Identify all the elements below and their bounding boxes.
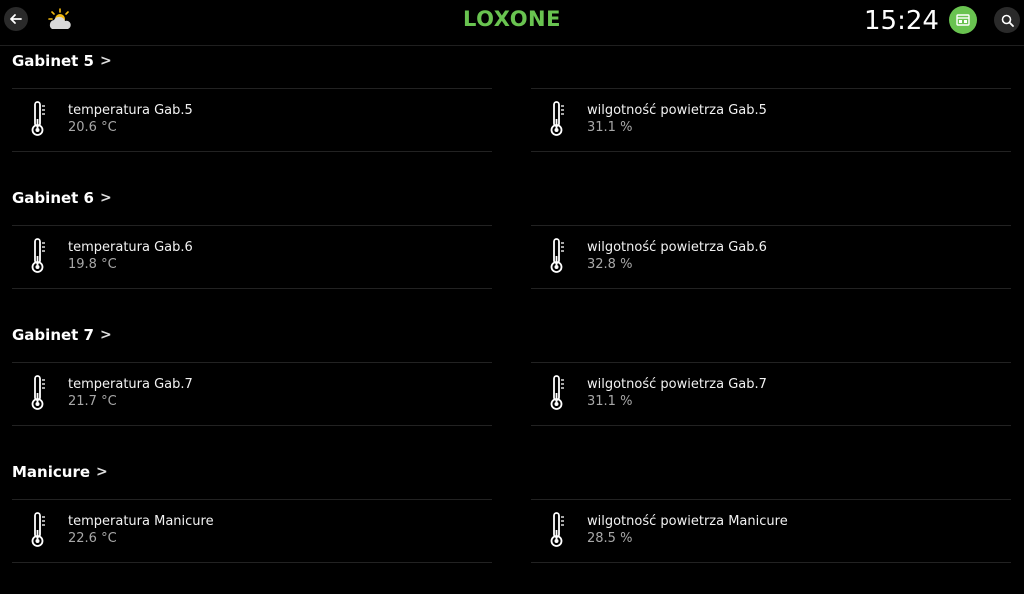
- thermometer-icon: [31, 238, 45, 273]
- temperature-tile[interactable]: temperatura Gab.7 21.7 °C: [12, 362, 492, 426]
- sensor-label: wilgotność powietrza Manicure: [587, 514, 788, 529]
- clock: 15:24: [864, 6, 939, 36]
- room-list: Gabinet 5 > temperatura Gab.5 20.6 °C wi…: [0, 46, 1024, 576]
- room-title: Gabinet 7: [12, 326, 94, 344]
- sensor-value: 20.6 °C: [68, 120, 117, 135]
- temperature-tile[interactable]: temperatura Gab.6 19.8 °C: [12, 225, 492, 289]
- room-section: Gabinet 6 > temperatura Gab.6 19.8 °C wi…: [0, 183, 1024, 320]
- sensor-value: 21.7 °C: [68, 394, 117, 409]
- sensor-value: 31.1 %: [587, 120, 633, 135]
- thermometer-icon: [550, 512, 564, 547]
- thermometer-icon: [550, 238, 564, 273]
- sensor-value: 31.1 %: [587, 394, 633, 409]
- thermometer-icon: [550, 101, 564, 136]
- humidity-tile[interactable]: wilgotność powietrza Manicure 28.5 %: [531, 499, 1011, 563]
- sensor-value: 22.6 °C: [68, 531, 117, 546]
- sensor-label: wilgotność powietrza Gab.7: [587, 377, 767, 392]
- top-bar: LOXONE 15:24: [0, 0, 1024, 46]
- chevron-right-icon: >: [100, 53, 112, 69]
- sensor-value: 28.5 %: [587, 531, 633, 546]
- sensor-label: wilgotność powietrza Gab.5: [587, 103, 767, 118]
- calendar-status-icon: [956, 14, 970, 26]
- status-button[interactable]: [949, 6, 977, 34]
- room-header[interactable]: Gabinet 7 >: [12, 326, 112, 344]
- temperature-tile[interactable]: temperatura Manicure 22.6 °C: [12, 499, 492, 563]
- sensor-label: temperatura Gab.5: [68, 103, 193, 118]
- temperature-tile[interactable]: temperatura Gab.5 20.6 °C: [12, 88, 492, 152]
- room-title: Manicure: [12, 463, 91, 481]
- chevron-right-icon: >: [100, 190, 112, 206]
- room-section: Manicure > temperatura Manicure 22.6 °C: [0, 457, 1024, 594]
- search-button[interactable]: [994, 7, 1020, 33]
- chevron-right-icon: >: [100, 327, 112, 343]
- search-icon: [1001, 14, 1014, 27]
- sensor-label: wilgotność powietrza Gab.6: [587, 240, 767, 255]
- sensor-value: 19.8 °C: [68, 257, 117, 272]
- sensor-label: temperatura Gab.7: [68, 377, 193, 392]
- room-title: Gabinet 6: [12, 189, 94, 207]
- sensor-label: temperatura Gab.6: [68, 240, 193, 255]
- humidity-tile[interactable]: wilgotność powietrza Gab.6 32.8 %: [531, 225, 1011, 289]
- room-header[interactable]: Gabinet 6 >: [12, 189, 112, 207]
- thermometer-icon: [31, 375, 45, 410]
- sensor-label: temperatura Manicure: [68, 514, 214, 529]
- thermometer-icon: [31, 101, 45, 136]
- room-section: Gabinet 7 > temperatura Gab.7 21.7 °C wi…: [0, 320, 1024, 457]
- room-header[interactable]: Gabinet 5 >: [12, 52, 112, 70]
- room-section: Gabinet 5 > temperatura Gab.5 20.6 °C wi…: [0, 46, 1024, 183]
- humidity-tile[interactable]: wilgotność powietrza Gab.7 31.1 %: [531, 362, 1011, 426]
- chevron-right-icon: >: [96, 464, 108, 480]
- sensor-value: 32.8 %: [587, 257, 633, 272]
- thermometer-icon: [550, 375, 564, 410]
- room-header[interactable]: Manicure >: [12, 463, 108, 481]
- thermometer-icon: [31, 512, 45, 547]
- humidity-tile[interactable]: wilgotność powietrza Gab.5 31.1 %: [531, 88, 1011, 152]
- room-title: Gabinet 5: [12, 52, 94, 70]
